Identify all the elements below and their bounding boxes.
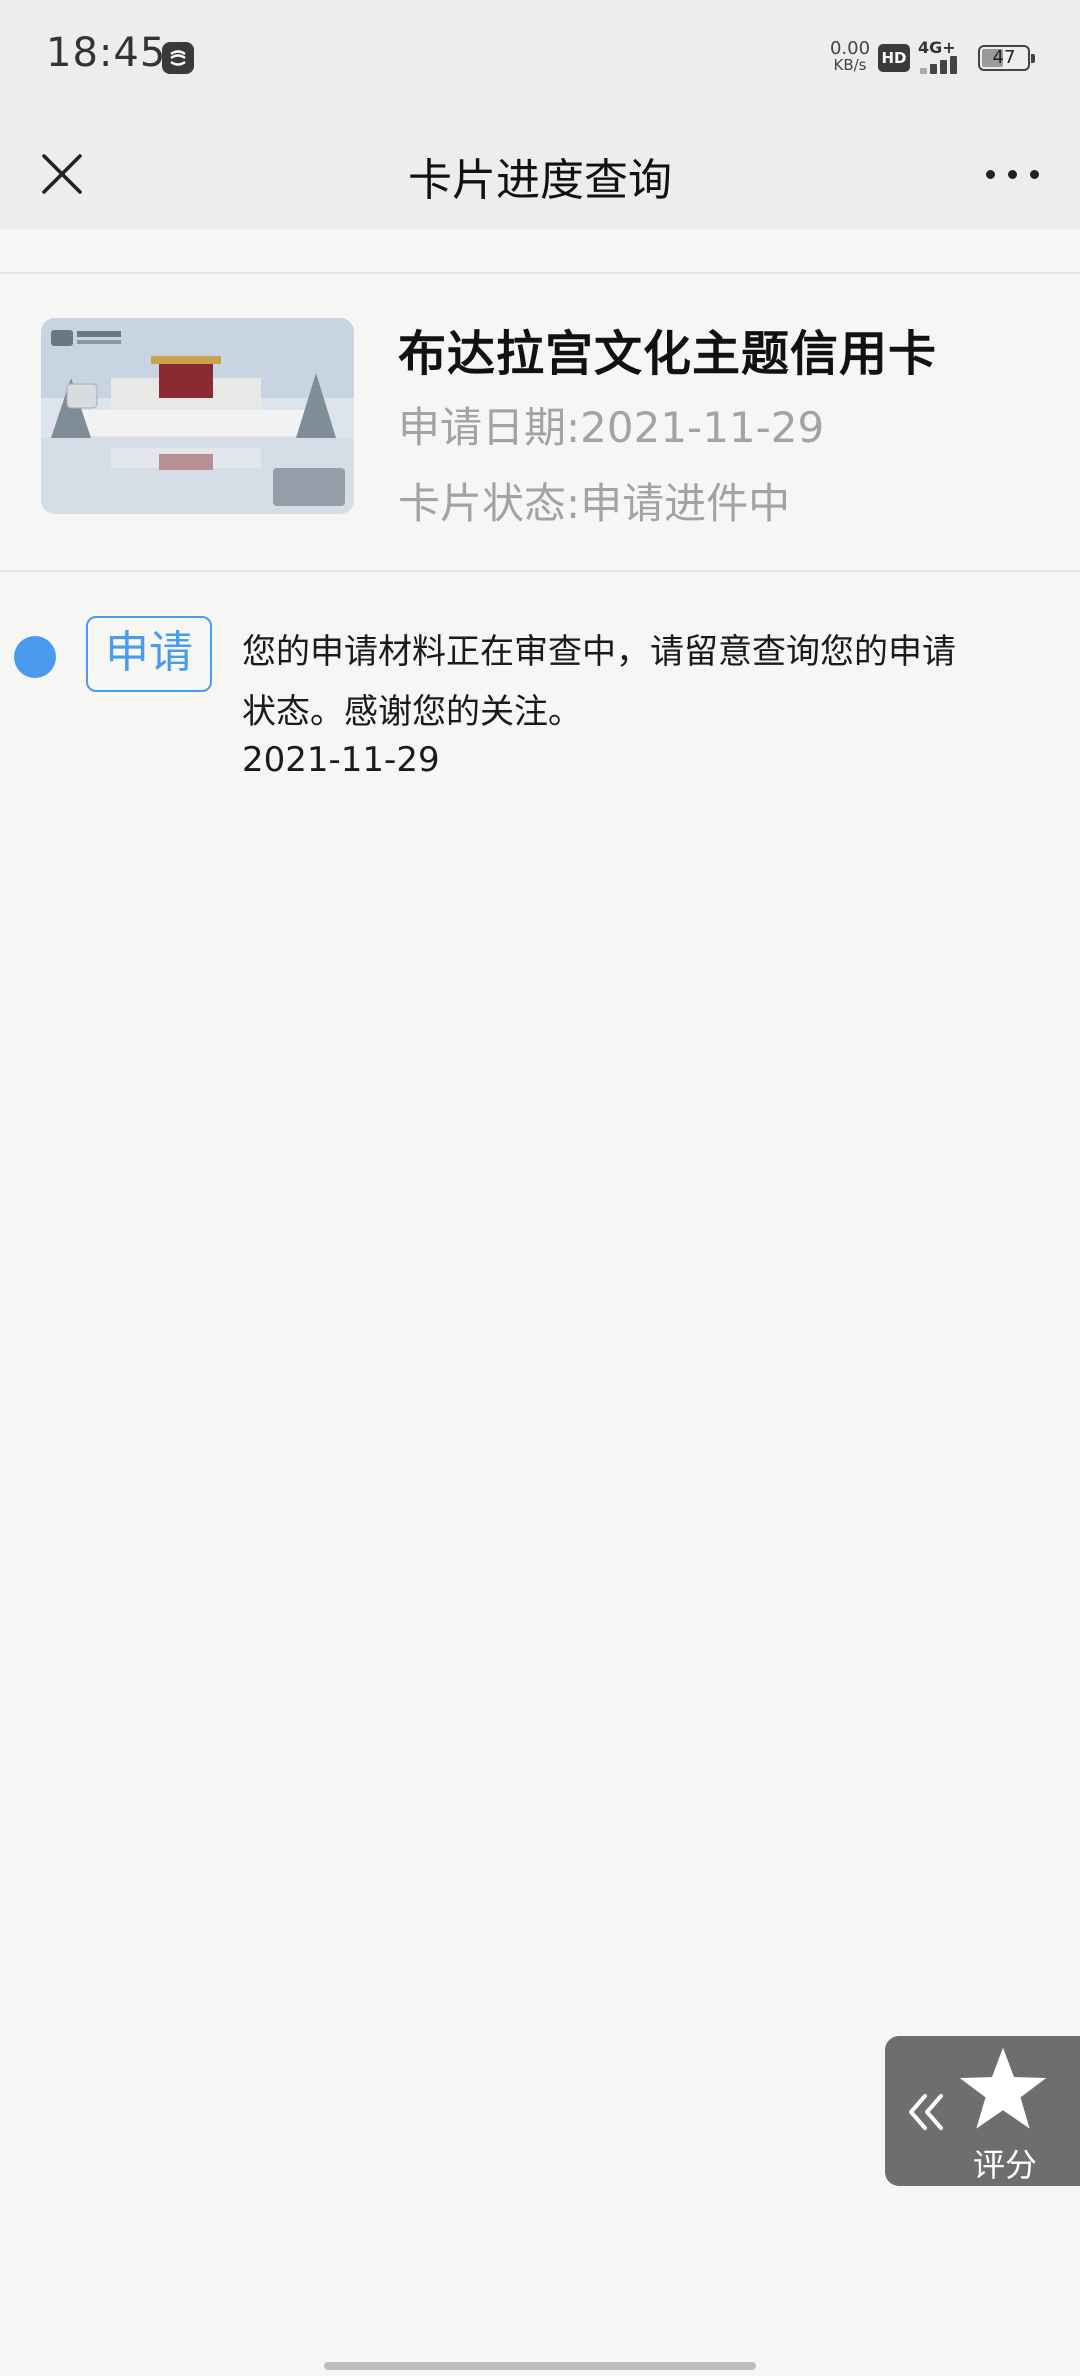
rate-label: 评分 xyxy=(973,2146,1038,2184)
more-options-button[interactable] xyxy=(980,142,1056,206)
close-button[interactable] xyxy=(24,136,100,212)
status-bar: 18:45 0.00 KB/s HD 4G+ 47 xyxy=(0,0,1080,118)
apply-date: 申请日期:2021-11-29 xyxy=(398,403,825,452)
battery-icon: 47 xyxy=(978,45,1035,71)
step-message: 您的申请材料正在审查中，请留意查询您的申请状态。感谢您的关注。 xyxy=(242,632,956,732)
step-tag: 申请 xyxy=(86,616,212,692)
page-title: 卡片进度查询 xyxy=(408,155,672,206)
collapse-double-chevron-icon[interactable] xyxy=(905,2090,949,2134)
network-speed: 0.00 KB/s xyxy=(826,40,874,74)
home-indicator[interactable] xyxy=(324,2362,756,2370)
network-speed-value: 0.00 xyxy=(829,38,871,59)
notification-app-icon xyxy=(162,42,194,74)
step-date: 2021-11-29 xyxy=(242,740,440,780)
card-name: 布达拉宫文化主题信用卡 xyxy=(398,326,938,382)
timeline-dot xyxy=(14,636,56,678)
status-time: 18:45 xyxy=(46,30,167,76)
title-bar: 卡片进度查询 xyxy=(0,118,1080,230)
network-speed-unit: KB/s xyxy=(833,56,867,74)
credit-card-image xyxy=(41,318,354,514)
battery-level: 47 xyxy=(992,47,1016,68)
card-info: 布达拉宫文化主题信用卡 申请日期:2021-11-29 卡片状态:申请进件中 xyxy=(0,274,1080,570)
rate-widget[interactable]: 评分 xyxy=(885,2036,1080,2186)
more-icon-dot xyxy=(1008,170,1017,179)
star-icon xyxy=(959,2047,1047,2129)
more-icon-dot xyxy=(986,170,995,179)
signal-bars-icon xyxy=(920,54,968,74)
card-status: 卡片状态:申请进件中 xyxy=(398,479,791,528)
hd-badge: HD xyxy=(878,44,910,72)
close-icon xyxy=(42,154,82,194)
divider xyxy=(0,570,1080,572)
more-icon-dot xyxy=(1030,170,1039,179)
